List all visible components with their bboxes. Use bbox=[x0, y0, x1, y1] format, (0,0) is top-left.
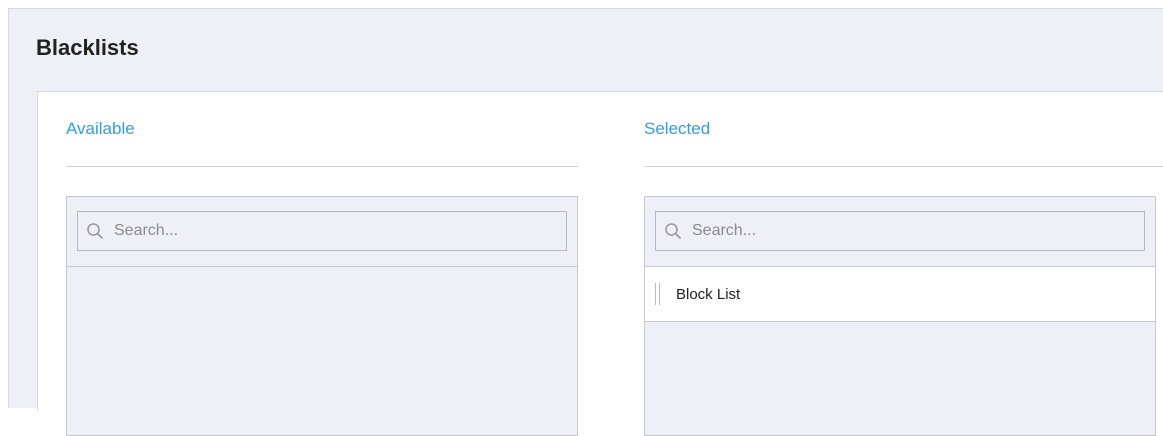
selected-divider bbox=[644, 166, 1163, 167]
available-divider bbox=[66, 166, 578, 167]
selected-search-box[interactable] bbox=[655, 211, 1145, 251]
dual-list-selector: Available Selected bbox=[37, 91, 1163, 436]
selected-list[interactable]: Block List bbox=[644, 196, 1156, 436]
selected-search-bar bbox=[645, 197, 1155, 267]
available-search-input[interactable] bbox=[114, 212, 560, 250]
blacklists-panel: Blacklists Available Selec bbox=[8, 8, 1163, 436]
selected-heading: Selected bbox=[644, 119, 711, 138]
search-icon bbox=[665, 223, 681, 239]
drag-handle-icon[interactable] bbox=[655, 283, 660, 305]
available-search-box[interactable] bbox=[77, 211, 567, 251]
available-heading: Available bbox=[66, 119, 135, 138]
selected-search-input[interactable] bbox=[692, 212, 1138, 250]
list-item[interactable]: Block List bbox=[645, 267, 1155, 322]
page-title: Blacklists bbox=[36, 35, 139, 60]
available-list[interactable] bbox=[66, 196, 578, 436]
available-search-bar bbox=[67, 197, 577, 267]
list-item-label: Block List bbox=[676, 286, 741, 303]
search-icon bbox=[87, 223, 103, 239]
